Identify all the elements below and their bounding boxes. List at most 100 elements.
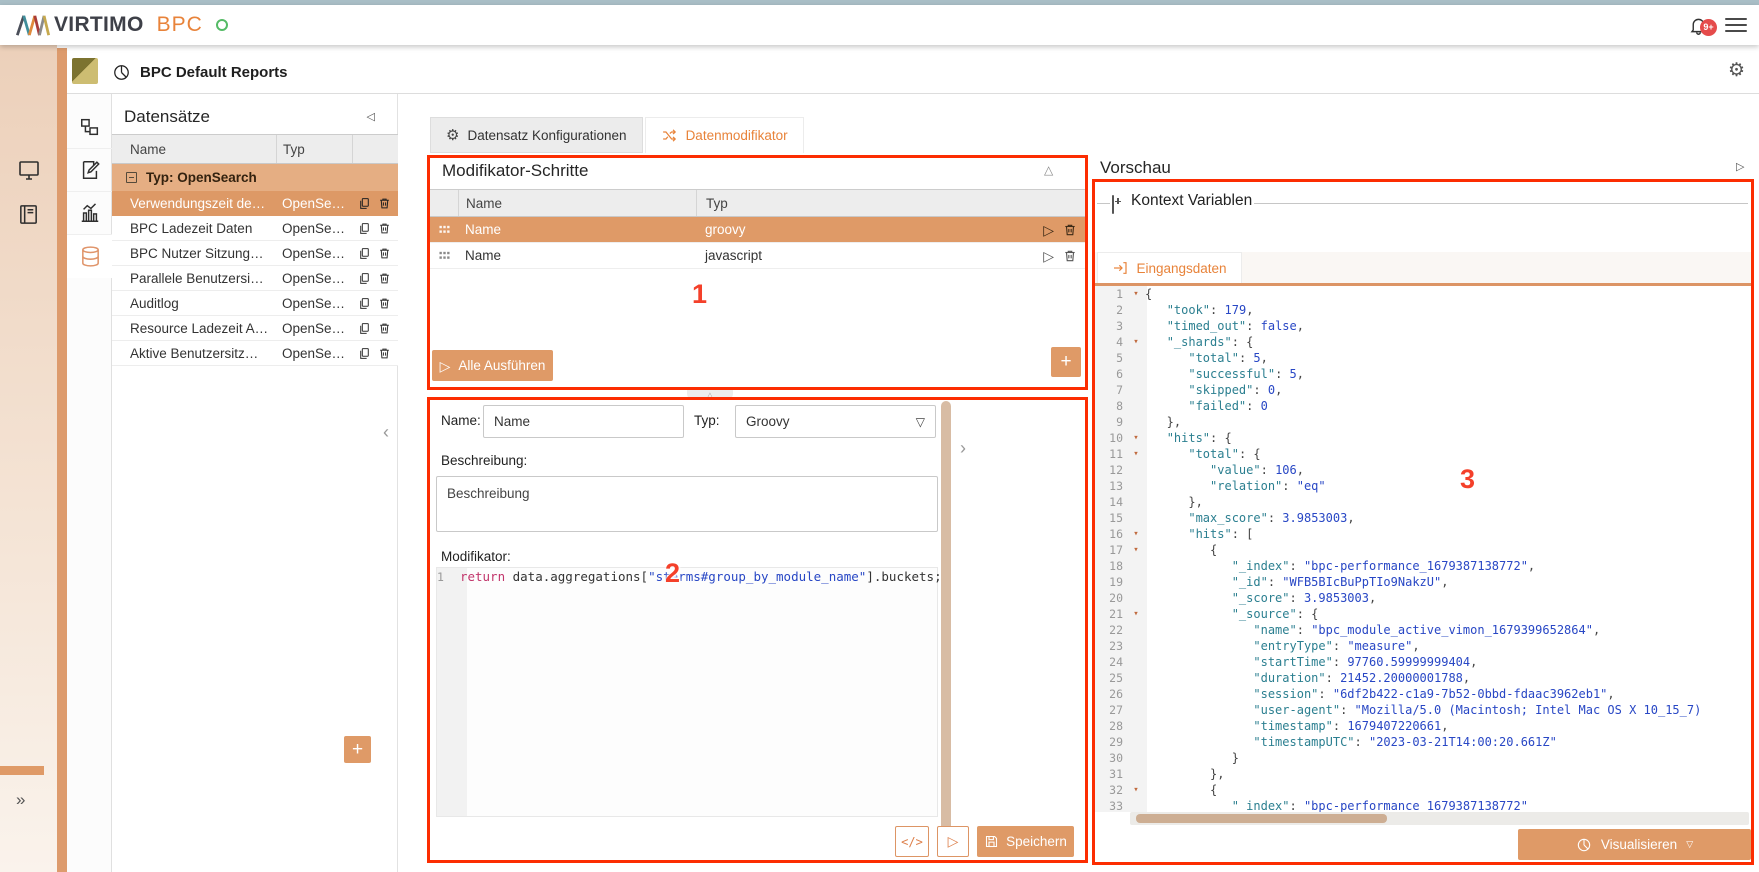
run-step-icon[interactable]: ▷ (1043, 223, 1054, 237)
copy-icon[interactable] (358, 322, 378, 335)
fold-caret-icon[interactable]: ▾ (1127, 286, 1145, 302)
datasets-database-icon[interactable] (67, 235, 113, 278)
visualize-button[interactable]: Visualisieren ▽ (1518, 829, 1751, 860)
splitter-handle[interactable]: △ (687, 390, 733, 399)
fold-caret-icon[interactable]: ▾ (1127, 606, 1145, 622)
copy-icon[interactable] (358, 197, 378, 210)
modifier-steps-table: Name Typ Name groovy ▷ Name (430, 189, 1085, 269)
column-header-name[interactable]: Name (112, 142, 276, 157)
collapse-group-icon[interactable] (126, 172, 137, 183)
modifier-steps-title: Modifikator-Schritte (442, 161, 588, 181)
kontext-variablen-label: Kontext Variablen (1131, 192, 1252, 210)
delete-icon[interactable] (378, 197, 398, 210)
preview-title: Vorschau (1100, 158, 1171, 178)
json-preview-editor[interactable]: 1▾{2 "took": 179,3 "timed_out": false,4▾… (1095, 286, 1752, 812)
dataset-row[interactable]: Auditlog OpenSe… (112, 291, 398, 316)
fold-caret-empty (1127, 670, 1145, 686)
monitor-icon[interactable] (17, 158, 41, 182)
delete-icon[interactable] (378, 247, 398, 260)
fold-caret-empty (1127, 750, 1145, 766)
module-folder-icon[interactable] (72, 58, 98, 84)
tab-datenmodifikator[interactable]: Datenmodifikator (645, 117, 804, 153)
menu-icon[interactable] (1725, 18, 1747, 33)
pie-chart-icon (112, 63, 131, 82)
fold-caret-icon[interactable]: ▾ (1127, 526, 1145, 542)
dataset-row[interactable]: Resource Ladezeit A… OpenSe… (112, 316, 398, 341)
delete-icon[interactable] (378, 347, 398, 360)
delete-icon[interactable] (378, 272, 398, 285)
name-input[interactable] (483, 405, 684, 438)
dataset-row[interactable]: Verwendungszeit de… OpenSe… (112, 191, 398, 216)
sidebar-bottom-accent (0, 766, 44, 775)
column-header-typ[interactable]: Typ (276, 135, 352, 163)
name-label: Name: (441, 413, 481, 428)
delete-icon[interactable] (378, 322, 398, 335)
collapse-panel-icon[interactable]: ◁ (367, 110, 375, 123)
module-settings-gear-icon[interactable]: ⚙ (1728, 59, 1745, 82)
code-view-button[interactable]: </> (895, 826, 929, 857)
modifier-step-row[interactable]: Name javascript ▷ (430, 243, 1085, 269)
add-step-button[interactable]: + (1051, 347, 1081, 377)
expand-fieldset-icon[interactable] (1112, 195, 1114, 214)
fold-caret-icon[interactable]: ▾ (1127, 782, 1145, 798)
book-icon[interactable] (17, 203, 40, 226)
tab-eingangsdaten[interactable]: Eingangsdaten (1097, 252, 1242, 283)
json-line: 24 "startTime": 97760.59999999404, (1095, 654, 1752, 670)
dataset-row[interactable]: Parallele Benutzersi… OpenSe… (112, 266, 398, 291)
dataset-row[interactable]: Aktive Benutzersitz… OpenSe… (112, 341, 398, 366)
fold-caret-icon[interactable]: ▾ (1127, 446, 1145, 462)
column-header-typ[interactable]: Typ (696, 190, 1011, 216)
save-button[interactable]: Speichern (977, 826, 1074, 857)
form-scrollbar[interactable] (941, 401, 951, 857)
edit-report-icon[interactable] (67, 149, 112, 192)
column-header-name[interactable]: Name (458, 190, 696, 216)
datasets-panel: Datensätze ◁ Name Typ Typ: OpenSearch Ve… (112, 94, 398, 872)
modifikator-code-editor[interactable]: 1 return data.aggregations["sterms#group… (436, 567, 938, 817)
run-step-button[interactable]: ▷ (937, 826, 969, 857)
json-line: 10▾ "hits": { (1095, 430, 1752, 446)
horizontal-scrollbar-thumb[interactable] (1136, 814, 1387, 823)
chart-icon[interactable] (67, 192, 112, 235)
copy-icon[interactable] (358, 272, 378, 285)
copy-icon[interactable] (358, 297, 378, 310)
drag-handle-icon[interactable] (430, 243, 458, 268)
collapse-right-chevron-icon[interactable]: › (960, 438, 966, 459)
beschreibung-textarea[interactable]: Beschreibung (436, 476, 938, 532)
fold-caret-icon[interactable]: ▾ (1127, 430, 1145, 446)
collapse-left-chevron-icon[interactable]: ‹ (383, 422, 389, 443)
json-line: 23 "entryType": "measure", (1095, 638, 1752, 654)
json-lines: 1▾{2 "took": 179,3 "timed_out": false,4▾… (1095, 286, 1752, 812)
collapse-preview-icon[interactable]: ▷ (1736, 160, 1744, 173)
code-line: return data.aggregations["sterms#group_b… (451, 568, 943, 586)
add-dataset-button[interactable]: + (344, 736, 371, 763)
expand-sidebar-icon[interactable]: » (16, 790, 24, 810)
notification-badge: 9+ (1700, 19, 1717, 36)
virtimo-logo[interactable]: VIRTIMO (14, 13, 144, 37)
fold-caret-empty (1127, 734, 1145, 750)
typ-select[interactable]: Groovy ▽ (735, 405, 936, 438)
notifications-bell-icon[interactable]: 9+ (1688, 15, 1709, 36)
run-all-button[interactable]: ▷ Alle Ausführen (432, 350, 553, 381)
copy-icon[interactable] (358, 247, 378, 260)
delete-step-icon[interactable] (1063, 249, 1077, 263)
hierarchy-icon[interactable] (67, 106, 112, 149)
tab-datensatz-konfigurationen[interactable]: ⚙ Datensatz Konfigurationen (430, 117, 643, 153)
copy-icon[interactable] (358, 347, 378, 360)
dataset-group-row[interactable]: Typ: OpenSearch (112, 164, 398, 191)
json-line: 20 "_score": 3.9853003, (1095, 590, 1752, 606)
shuffle-icon (661, 127, 678, 144)
dataset-typ: OpenSe… (276, 296, 358, 311)
delete-icon[interactable] (378, 297, 398, 310)
drag-handle-icon[interactable] (430, 217, 458, 242)
fold-caret-icon[interactable]: ▾ (1127, 542, 1145, 558)
delete-icon[interactable] (378, 222, 398, 235)
annotation-number-1: 1 (692, 279, 707, 310)
copy-icon[interactable] (358, 222, 378, 235)
dataset-row[interactable]: BPC Ladezeit Daten OpenSe… (112, 216, 398, 241)
modifier-step-row[interactable]: Name groovy ▷ (430, 217, 1085, 243)
run-step-icon[interactable]: ▷ (1043, 249, 1054, 263)
dataset-row[interactable]: BPC Nutzer Sitzung… OpenSe… (112, 241, 398, 266)
collapse-section-icon[interactable]: △ (1044, 163, 1053, 177)
fold-caret-icon[interactable]: ▾ (1127, 334, 1145, 350)
delete-step-icon[interactable] (1063, 223, 1077, 237)
